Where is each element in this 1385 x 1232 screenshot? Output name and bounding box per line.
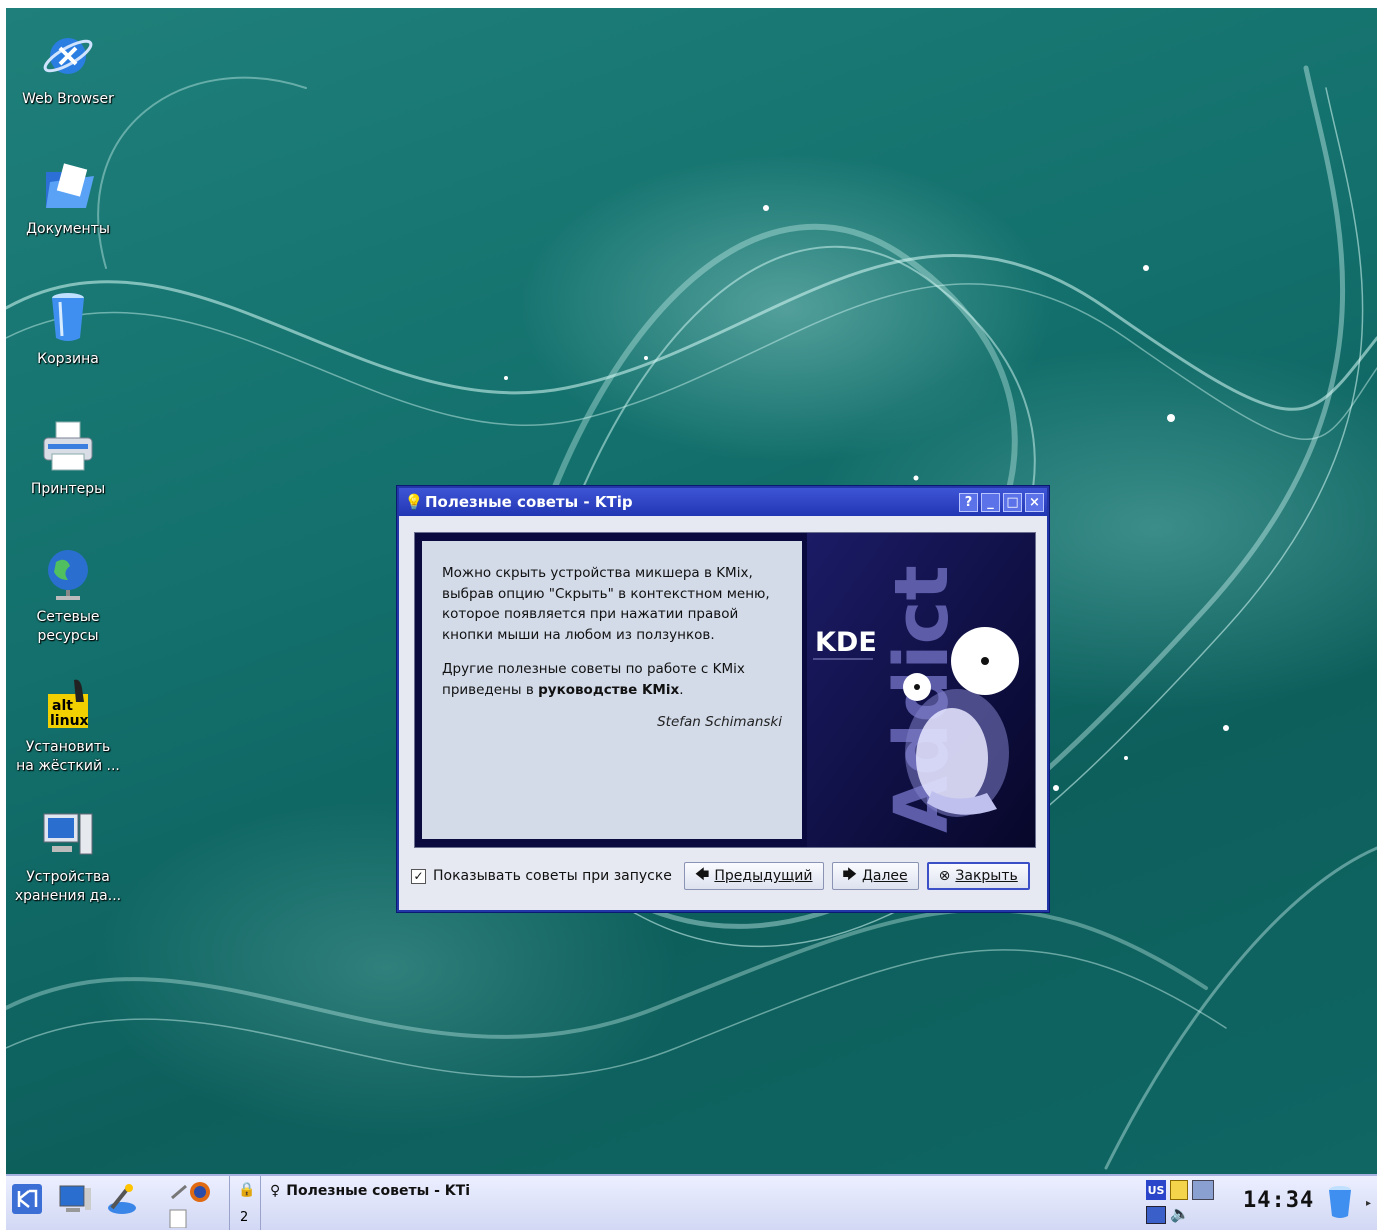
clipboard-icon[interactable] <box>1170 1180 1188 1200</box>
desktop-pager[interactable]: 🔒 2 <box>229 1176 261 1230</box>
kde-text: KDE <box>815 627 877 658</box>
close-window-button[interactable]: × <box>1025 492 1044 512</box>
pager-desktop-number[interactable]: 2 <box>240 1210 248 1225</box>
taskbar: 🔒 2 ♀ Полезные советы - KTi US 🔈 14:34 ▸ <box>6 1174 1377 1230</box>
desktop-icon-web-browser[interactable]: Web Browser <box>8 28 128 109</box>
close-circle-icon: ⊗ <box>938 868 951 884</box>
arrow-right-icon: 🡆 <box>842 867 857 883</box>
web-browser-icon <box>40 28 96 84</box>
svg-text:linux: linux <box>50 713 89 729</box>
show-tips-checkbox[interactable]: ✓ <box>411 868 426 884</box>
desktop-computer-icon[interactable] <box>58 1184 92 1218</box>
printer-icon <box>40 418 96 474</box>
kmix-handbook-link[interactable]: руководстве KMix <box>538 682 679 698</box>
lightbulb-icon: ♀ <box>270 1183 281 1199</box>
desktop-icon-network[interactable]: Сетевые ресурсы <box>8 546 128 646</box>
next-button[interactable]: 🡆 Далее <box>831 862 919 890</box>
lock-icon: 🔒 <box>238 1182 256 1198</box>
desktop-icon-storage[interactable]: Устройства хранения да... <box>8 806 128 906</box>
network-monitor-icon[interactable] <box>1192 1180 1214 1200</box>
network-globe-icon <box>40 546 96 602</box>
desktop-icon-label: Документы <box>26 221 110 237</box>
tip-paragraph-1: Можно скрыть устройства микшера в KMix, … <box>442 565 770 643</box>
control-center-icon[interactable] <box>104 1182 140 1220</box>
ktip-dialog: 💡 Полезные советы - KTip ? _ □ × Можно с… <box>397 486 1049 912</box>
dialog-titlebar[interactable]: 💡 Полезные советы - KTip ? _ □ × <box>399 488 1047 516</box>
desktop-icon-label: Web Browser <box>22 91 114 107</box>
tip-frame: Можно скрыть устройства микшера в KMix, … <box>414 532 1036 848</box>
dialog-button-bar: ✓ Показывать советы при запуске 🡄 Предыд… <box>411 858 1039 894</box>
desktop-icon-documents[interactable]: Документы <box>8 158 128 239</box>
desktop-icon-label: Сетевые ресурсы <box>36 609 100 644</box>
trash-icon <box>40 288 96 344</box>
previous-button[interactable]: 🡄 Предыдущий <box>683 862 824 890</box>
folder-icon <box>40 158 96 214</box>
systray: US 🔈 <box>1146 1180 1226 1228</box>
minimize-button[interactable]: _ <box>981 492 1000 512</box>
taskbar-clock[interactable]: 14:34 <box>1243 1188 1314 1213</box>
computer-storage-icon <box>40 806 96 862</box>
dialog-title: Полезные советы - KTip <box>425 493 633 511</box>
tip-author: Stefan Schimanski <box>657 714 782 730</box>
svg-text:alt: alt <box>52 698 73 714</box>
alt-linux-installer-icon: alt linux <box>40 676 96 732</box>
tip-text-area: Можно скрыть устройства микшера в KMix, … <box>422 541 802 839</box>
maximize-button[interactable]: □ <box>1003 492 1022 512</box>
desktop-icon-printers[interactable]: Принтеры <box>8 418 128 499</box>
keyboard-layout-indicator[interactable]: US <box>1146 1180 1166 1200</box>
quicklaunch-firefox-icon[interactable] <box>166 1178 216 1232</box>
desktop-icon-label: Корзина <box>37 351 99 367</box>
desktop-icon-install[interactable]: alt linux Установить на жёсткий ... <box>8 676 128 776</box>
volume-icon[interactable]: 🔈 <box>1170 1204 1190 1223</box>
panel-arrow-icon[interactable]: ▸ <box>1366 1198 1371 1209</box>
show-tips-label[interactable]: Показывать советы при запуске <box>433 868 672 884</box>
tip-paragraph-2: Другие полезные советы по работе с KMix … <box>442 661 745 698</box>
taskbar-window-ktip[interactable]: ♀ Полезные советы - KTi <box>270 1180 490 1202</box>
lightbulb-icon: 💡 <box>404 493 424 511</box>
help-button[interactable]: ? <box>959 492 978 512</box>
display-settings-icon[interactable] <box>1146 1206 1166 1224</box>
close-button[interactable]: ⊗ Закрыть <box>926 862 1030 890</box>
desktop-icon-trash[interactable]: Корзина <box>8 288 128 369</box>
kde-menu-button[interactable] <box>12 1184 42 1218</box>
kde-addict-image: Addict KDE <box>807 533 1035 847</box>
desktop-icon-label: Устройства хранения да... <box>14 869 122 904</box>
trash-applet-icon[interactable] <box>1326 1184 1354 1224</box>
arrow-left-icon: 🡄 <box>694 867 710 883</box>
desktop-icon-label: Принтеры <box>30 481 106 497</box>
desktop-icon-label: Установить на жёсткий ... <box>16 739 120 774</box>
